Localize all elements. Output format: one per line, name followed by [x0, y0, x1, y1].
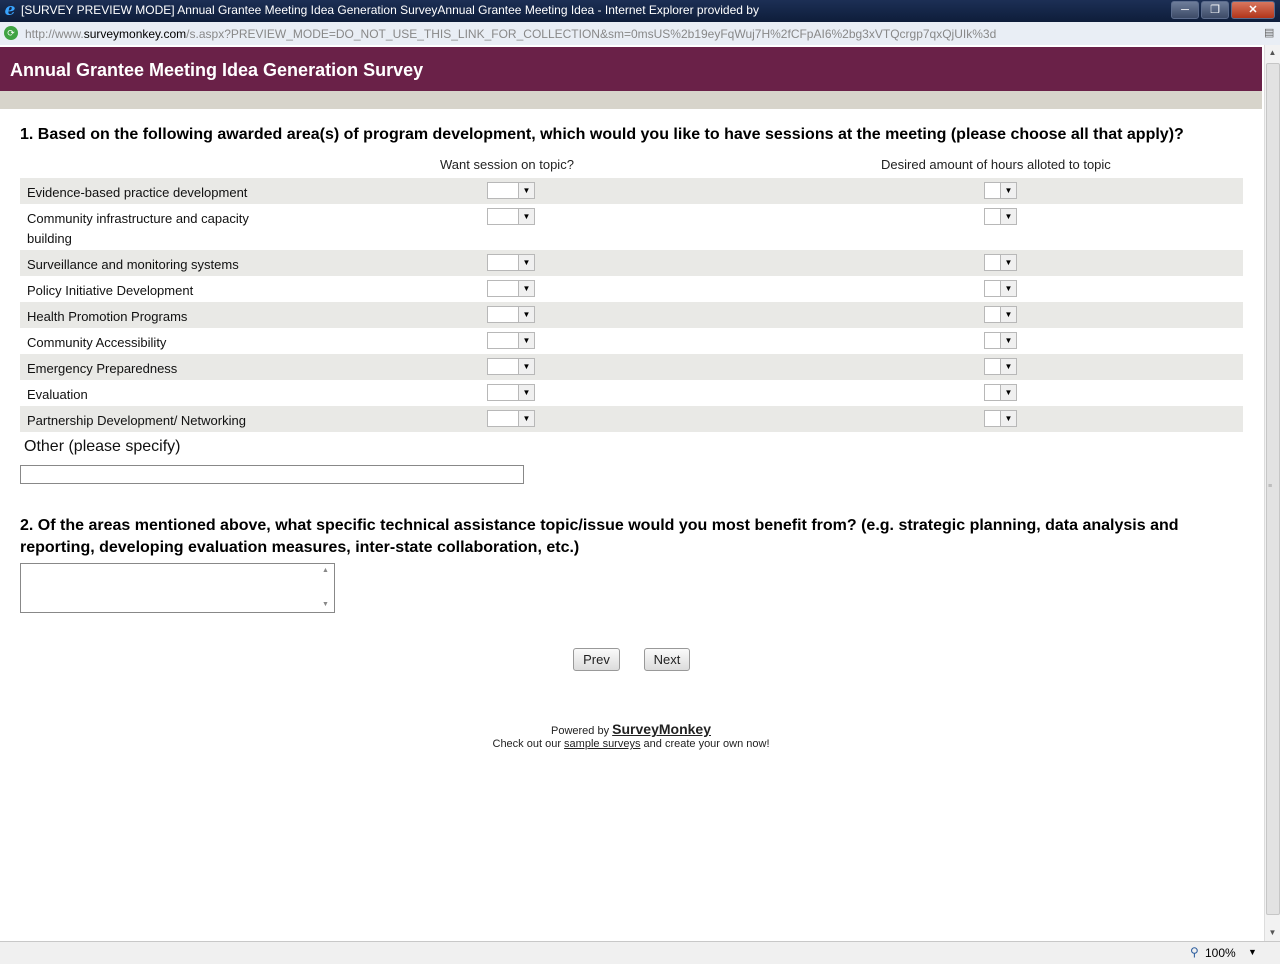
window-titlebar: e [SURVEY PREVIEW MODE] Annual Grantee M…: [0, 0, 1280, 22]
sample-surveys-link[interactable]: sample surveys: [564, 738, 640, 750]
status-bar: ⚲ 100% ▼: [0, 941, 1280, 964]
scroll-down-icon[interactable]: ▼: [322, 601, 329, 608]
url-prefix: http://www.: [25, 27, 84, 41]
url-text[interactable]: http://www.surveymonkey.com/s.aspx?PREVI…: [25, 27, 996, 41]
want-session-dropdown[interactable]: ▼: [487, 384, 535, 401]
chevron-down-icon: ▼: [518, 411, 534, 426]
hours-dropdown[interactable]: ▼: [984, 306, 1017, 323]
hours-dropdown[interactable]: ▼: [984, 254, 1017, 271]
chevron-down-icon: ▼: [518, 359, 534, 374]
hours-dropdown[interactable]: ▼: [984, 182, 1017, 199]
textarea-scrollbar[interactable]: ▲ ▼: [319, 565, 333, 611]
other-specify-input[interactable]: [20, 465, 524, 484]
surveymonkey-link[interactable]: SurveyMonkey: [612, 721, 711, 737]
address-bar-options-icon[interactable]: ▤: [1264, 26, 1276, 40]
restore-button[interactable]: ❐: [1201, 1, 1229, 19]
row-label: Emergency Preparedness: [27, 361, 178, 376]
chevron-down-icon: ▼: [518, 385, 534, 400]
hours-dropdown[interactable]: ▼: [984, 280, 1017, 297]
matrix-row: Community Accessibility ▼ ▼: [20, 328, 1243, 354]
page-content: Annual Grantee Meeting Idea Generation S…: [0, 45, 1264, 941]
chevron-down-icon[interactable]: ▼: [1248, 947, 1257, 957]
header-band: [0, 91, 1262, 109]
want-session-dropdown[interactable]: ▼: [487, 358, 535, 375]
tagline-prefix: Check out our: [492, 738, 561, 750]
want-session-dropdown[interactable]: ▼: [487, 410, 535, 427]
matrix-row: Emergency Preparedness ▼ ▼: [20, 354, 1243, 380]
question-1-text: 1. Based on the following awarded area(s…: [20, 126, 1184, 143]
want-session-dropdown[interactable]: ▼: [487, 208, 535, 225]
page-icon: ⟳: [4, 26, 18, 40]
chevron-down-icon: ▼: [1000, 281, 1016, 296]
powered-by-label: Powered by: [551, 725, 610, 737]
row-label: Health Promotion Programs: [27, 309, 188, 324]
chevron-down-icon: ▼: [1000, 209, 1016, 224]
want-session-dropdown[interactable]: ▼: [487, 280, 535, 297]
chevron-down-icon: ▼: [518, 183, 534, 198]
chevron-down-icon: ▼: [1000, 183, 1016, 198]
chevron-down-icon: ▼: [1000, 359, 1016, 374]
minimize-button[interactable]: ─: [1171, 1, 1199, 19]
url-domain: surveymonkey.com: [83, 27, 187, 41]
matrix-row: Health Promotion Programs ▼ ▼: [20, 302, 1243, 328]
chevron-down-icon: ▼: [1000, 385, 1016, 400]
vertical-scrollbar[interactable]: ▲ ≡ ▼: [1264, 45, 1280, 941]
chevron-down-icon: ▼: [518, 255, 534, 270]
hours-dropdown[interactable]: ▼: [984, 410, 1017, 427]
row-label: Community infrastructure and capacity bu…: [27, 211, 249, 246]
chevron-down-icon: ▼: [518, 281, 534, 296]
chevron-down-icon: ▼: [1000, 333, 1016, 348]
window-controls: ─ ❐ ✕: [1171, 1, 1275, 19]
hours-dropdown[interactable]: ▼: [984, 208, 1017, 225]
footer-tagline: Check out our sample surveys and create …: [0, 738, 1262, 750]
powered-by: Powered by SurveyMonkey: [0, 721, 1262, 737]
matrix-row: Community infrastructure and capacity bu…: [20, 204, 1243, 250]
hours-dropdown[interactable]: ▼: [984, 332, 1017, 349]
matrix-row: Evidence-based practice development ▼ ▼: [20, 178, 1243, 204]
chevron-down-icon: ▼: [1000, 255, 1016, 270]
address-bar[interactable]: ⟳ http://www.surveymonkey.com/s.aspx?PRE…: [0, 22, 1280, 46]
next-button[interactable]: Next: [644, 648, 690, 671]
close-button[interactable]: ✕: [1231, 1, 1275, 19]
matrix-row: Evaluation ▼ ▼: [20, 380, 1243, 406]
matrix-row: Policy Initiative Development ▼ ▼: [20, 276, 1243, 302]
tagline-suffix: and create your own now!: [643, 738, 770, 750]
survey-header: Annual Grantee Meeting Idea Generation S…: [0, 47, 1262, 91]
hours-dropdown[interactable]: ▼: [984, 384, 1017, 401]
row-label: Community Accessibility: [27, 335, 167, 350]
other-label: Other (please specify): [24, 438, 181, 455]
window-title: [SURVEY PREVIEW MODE] Annual Grantee Mee…: [21, 3, 759, 17]
want-session-dropdown[interactable]: ▼: [487, 332, 535, 349]
row-label: Policy Initiative Development: [27, 283, 194, 298]
scroll-up-icon[interactable]: ▲: [1265, 45, 1280, 61]
column-header-want-session: Want session on topic?: [440, 157, 574, 172]
scroll-down-icon[interactable]: ▼: [1265, 925, 1280, 941]
row-label: Evaluation: [27, 387, 88, 402]
want-session-dropdown[interactable]: ▼: [487, 182, 535, 199]
want-session-dropdown[interactable]: ▼: [487, 306, 535, 323]
chevron-down-icon: ▼: [1000, 411, 1016, 426]
grip-icon: ≡: [1268, 483, 1273, 490]
hours-dropdown[interactable]: ▼: [984, 358, 1017, 375]
row-label: Partnership Development/ Networking: [27, 413, 246, 428]
matrix-row: Surveillance and monitoring systems ▼ ▼: [20, 250, 1243, 276]
internet-explorer-icon: e: [4, 0, 16, 20]
magnifier-icon[interactable]: ⚲: [1190, 945, 1199, 959]
row-label: Surveillance and monitoring systems: [27, 257, 239, 272]
zoom-level[interactable]: 100%: [1205, 946, 1236, 960]
question-2-textarea[interactable]: ▲ ▼: [20, 563, 335, 613]
row-label: Evidence-based practice development: [27, 185, 248, 200]
matrix-row: Partnership Development/ Networking ▼ ▼: [20, 406, 1243, 432]
survey-title: Annual Grantee Meeting Idea Generation S…: [10, 60, 424, 80]
prev-button[interactable]: Prev: [573, 648, 620, 671]
chevron-down-icon: ▼: [518, 333, 534, 348]
scroll-up-icon[interactable]: ▲: [322, 567, 329, 574]
chevron-down-icon: ▼: [1000, 307, 1016, 322]
want-session-dropdown[interactable]: ▼: [487, 254, 535, 271]
column-header-hours: Desired amount of hours alloted to topic: [881, 157, 1111, 172]
url-path: /s.aspx?PREVIEW_MODE=DO_NOT_USE_THIS_LIN…: [186, 27, 997, 41]
chevron-down-icon: ▼: [518, 209, 534, 224]
chevron-down-icon: ▼: [518, 307, 534, 322]
question-2-text: 2. Of the areas mentioned above, what sp…: [20, 517, 1179, 556]
